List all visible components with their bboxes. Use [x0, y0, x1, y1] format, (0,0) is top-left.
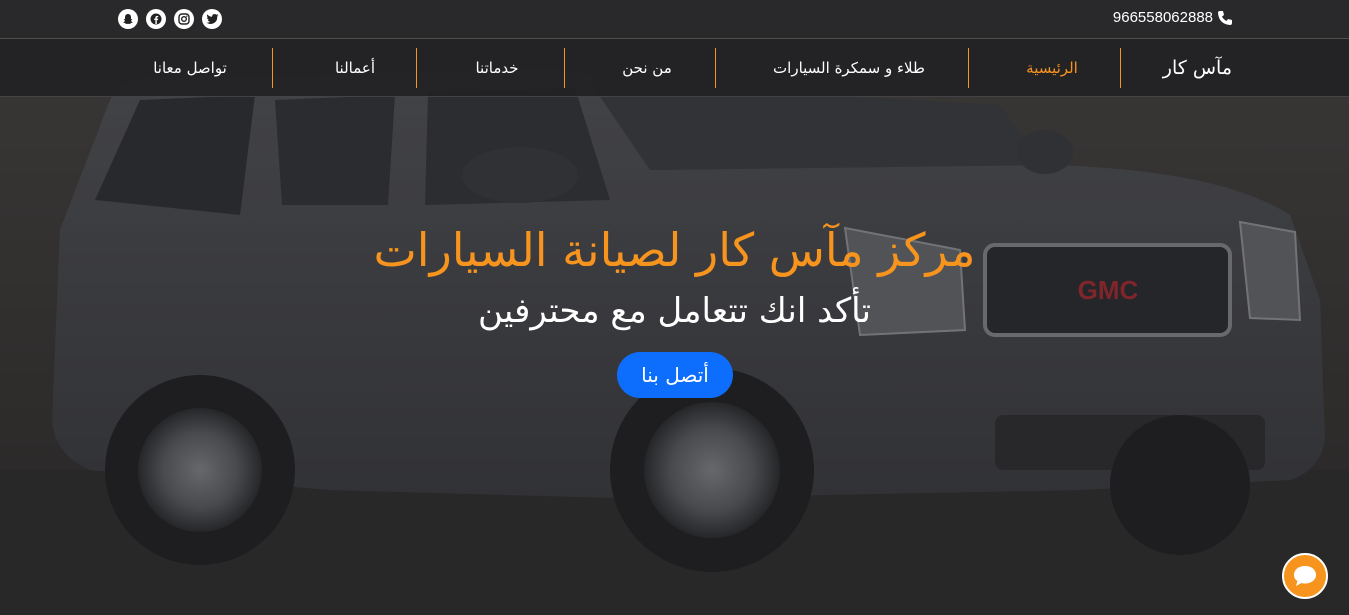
phone-number: 966558062888 — [1112, 9, 1213, 26]
nav-item-services[interactable]: خدماتنا — [440, 59, 554, 77]
phone-contact[interactable]: 966558062888 — [1113, 9, 1233, 26]
main-navbar: مآس كار الرئيسية طلاء و سمكرة السيارات م… — [0, 39, 1349, 97]
top-bar: 966558062888 — [0, 0, 1349, 39]
hero-title-text: مركز مآس كار لصيانة السيارات — [373, 223, 976, 277]
brand-logo-text[interactable]: مآس كار — [1163, 57, 1232, 79]
hero-title: مركز مآس كار لصيانة السيارات — [0, 222, 1349, 278]
snapchat-icon[interactable] — [118, 9, 138, 29]
nav-separator — [715, 48, 716, 88]
chat-widget-button[interactable] — [1282, 553, 1328, 599]
nav-separator — [968, 48, 969, 88]
nav-item-home[interactable]: الرئيسية — [1000, 59, 1104, 77]
chat-bubble-icon — [1294, 566, 1316, 586]
instagram-icon[interactable] — [174, 9, 194, 29]
nav-separator — [416, 48, 417, 88]
twitter-icon[interactable] — [202, 9, 222, 29]
nav-separator — [564, 48, 565, 88]
nav-item-about[interactable]: من نحن — [590, 59, 704, 77]
nav-item-paint-bodywork[interactable]: طلاء و سمكرة السيارات — [740, 59, 958, 77]
hero-subtitle: تأكد انك تتعامل مع محترفين — [478, 291, 871, 331]
contact-us-button[interactable]: أتصل بنا — [617, 352, 733, 398]
nav-item-contact[interactable]: تواصل معانا — [135, 59, 245, 77]
nav-item-portfolio[interactable]: أعمالنا — [300, 59, 410, 77]
social-links — [118, 9, 222, 29]
facebook-icon[interactable] — [146, 9, 166, 29]
nav-separator — [272, 48, 273, 88]
phone-icon — [1217, 10, 1233, 26]
nav-separator — [1120, 48, 1121, 88]
